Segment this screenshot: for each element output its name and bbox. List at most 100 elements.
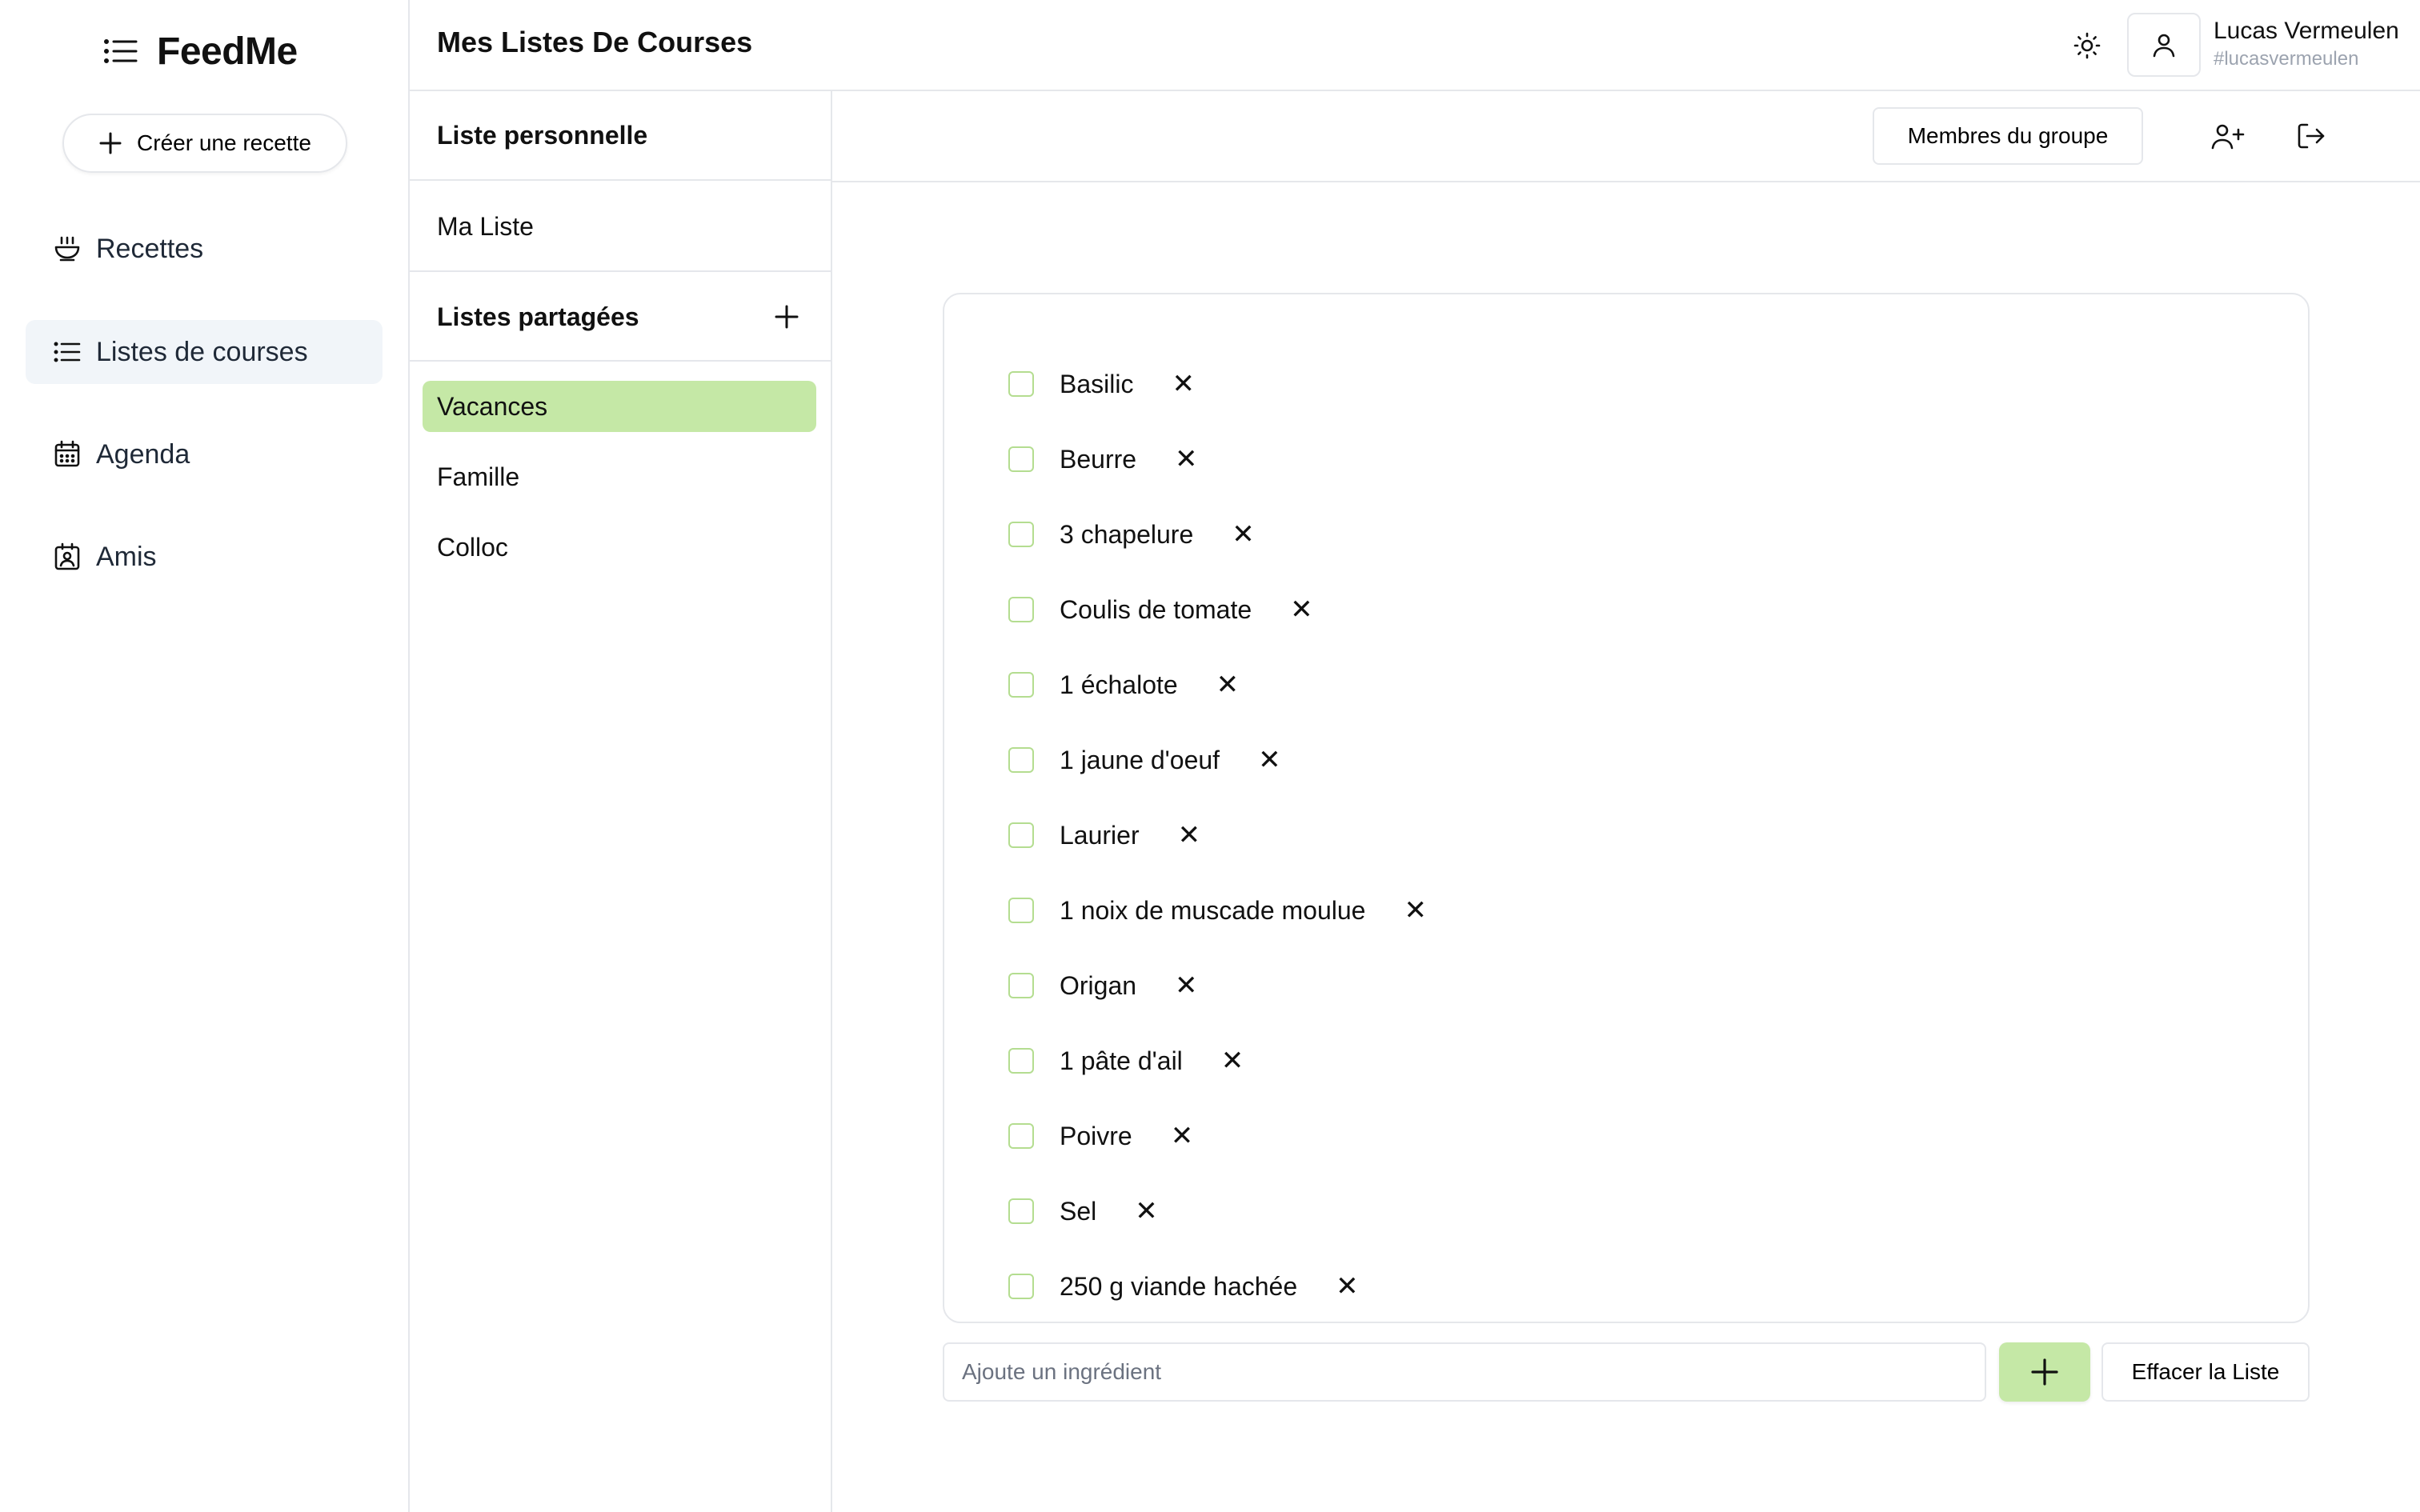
- item-label: Origan: [1060, 970, 1137, 1000]
- sidebar-item-listes-de-courses[interactable]: Listes de courses: [26, 320, 383, 384]
- remove-item-button[interactable]: ✕: [1175, 446, 1198, 473]
- leave-group-button[interactable]: [2287, 112, 2335, 160]
- list-item: 1 noix de muscade moulue ✕: [1008, 888, 1427, 933]
- item-checkbox[interactable]: [1008, 1123, 1034, 1149]
- list-item-label: Ma Liste: [437, 211, 534, 241]
- group-members-label: Membres du groupe: [1907, 123, 2109, 148]
- logout-icon: [2296, 122, 2326, 150]
- item-checkbox[interactable]: [1008, 597, 1034, 622]
- item-label: 250 g viande hachée: [1060, 1271, 1298, 1301]
- app-title: FeedMe: [157, 30, 298, 73]
- item-checkbox[interactable]: [1008, 973, 1034, 998]
- list-item-ma-liste[interactable]: Ma Liste: [410, 182, 831, 272]
- bowl-icon: [53, 234, 82, 263]
- item-label: Basilic: [1060, 369, 1134, 398]
- remove-item-button[interactable]: ✕: [1336, 1273, 1359, 1300]
- item-checkbox[interactable]: [1008, 747, 1034, 773]
- item-label: Coulis de tomate: [1060, 594, 1252, 624]
- sidebar-item-recettes[interactable]: Recettes: [26, 217, 383, 281]
- item-checkbox[interactable]: [1008, 371, 1034, 397]
- item-label: Sel: [1060, 1196, 1097, 1226]
- item-checkbox[interactable]: [1008, 446, 1034, 472]
- menu-icon[interactable]: [104, 38, 138, 64]
- remove-item-button[interactable]: ✕: [1135, 1198, 1158, 1225]
- list-icon: [53, 338, 82, 366]
- calendar-icon: [53, 440, 82, 469]
- list-item: Beurre ✕: [1008, 437, 1198, 482]
- item-label: 1 échalote: [1060, 670, 1178, 699]
- plus-icon: [775, 305, 799, 329]
- list-item: Coulis de tomate ✕: [1008, 587, 1313, 632]
- avatar-button[interactable]: [2127, 13, 2201, 77]
- shared-list-item-colloc[interactable]: Colloc: [423, 522, 816, 573]
- remove-item-button[interactable]: ✕: [1178, 822, 1201, 849]
- list-item: Sel ✕: [1008, 1189, 1158, 1234]
- item-checkbox[interactable]: [1008, 822, 1034, 848]
- group-members-button[interactable]: Membres du groupe: [1873, 107, 2143, 165]
- lists-panel: Liste personnelle Ma Liste Listes partag…: [410, 91, 832, 1512]
- remove-item-button[interactable]: ✕: [1172, 370, 1195, 398]
- sidebar-item-label: Recettes: [96, 233, 204, 264]
- shared-list-item-famille[interactable]: Famille: [423, 451, 816, 502]
- item-checkbox[interactable]: [1008, 898, 1034, 923]
- list-item-label: Vacances: [437, 391, 548, 421]
- remove-item-button[interactable]: ✕: [1216, 671, 1240, 698]
- create-recipe-label: Créer une recette: [137, 130, 311, 155]
- remove-item-button[interactable]: ✕: [1290, 596, 1313, 623]
- list-item: 1 pâte d'ail ✕: [1008, 1038, 1244, 1083]
- item-checkbox[interactable]: [1008, 522, 1034, 547]
- remove-item-button[interactable]: ✕: [1232, 521, 1255, 548]
- clear-list-label: Effacer la Liste: [2131, 1359, 2280, 1384]
- remove-item-button[interactable]: ✕: [1258, 746, 1281, 774]
- add-shared-list-button[interactable]: [775, 305, 799, 329]
- item-label: 3 chapelure: [1060, 519, 1194, 549]
- list-item-label: Famille: [437, 462, 520, 491]
- list-item: 3 chapelure ✕: [1008, 512, 1255, 557]
- item-checkbox[interactable]: [1008, 672, 1034, 698]
- item-label: Beurre: [1060, 444, 1137, 474]
- item-checkbox[interactable]: [1008, 1198, 1034, 1224]
- remove-item-button[interactable]: ✕: [1171, 1122, 1194, 1150]
- list-item: Origan ✕: [1008, 963, 1198, 1008]
- create-recipe-button[interactable]: Créer une recette: [62, 114, 347, 173]
- item-checkbox[interactable]: [1008, 1274, 1034, 1299]
- list-item: Laurier ✕: [1008, 813, 1200, 858]
- shared-lists-heading: Listes partagées: [410, 274, 831, 362]
- sidebar-item-label: Agenda: [96, 438, 190, 470]
- plus-icon: [98, 131, 122, 155]
- contact-icon: [53, 542, 82, 571]
- add-ingredient-button[interactable]: [1999, 1342, 2090, 1402]
- item-label: 1 jaune d'oeuf: [1060, 745, 1220, 774]
- remove-item-button[interactable]: ✕: [1404, 897, 1427, 924]
- item-checkbox[interactable]: [1008, 1048, 1034, 1074]
- item-label: Poivre: [1060, 1121, 1132, 1150]
- top-header: Mes Listes De Courses Lucas Vermeulen #l…: [410, 0, 2420, 91]
- sidebar-item-label: Listes de courses: [96, 336, 308, 367]
- sidebar-item-label: Amis: [96, 541, 157, 572]
- list-toolbar: Membres du groupe: [832, 91, 2420, 182]
- list-item: Basilic ✕: [1008, 362, 1195, 406]
- remove-item-button[interactable]: ✕: [1221, 1047, 1244, 1074]
- remove-item-button[interactable]: ✕: [1175, 972, 1198, 999]
- sidebar-item-agenda[interactable]: Agenda: [26, 422, 383, 486]
- theme-toggle-button[interactable]: [2058, 22, 2116, 69]
- user-handle: #lucasvermeulen: [2214, 48, 2359, 70]
- list-item: 1 échalote ✕: [1008, 662, 1239, 707]
- sidebar-item-amis[interactable]: Amis: [26, 525, 383, 589]
- ingredient-input[interactable]: [943, 1342, 1986, 1402]
- personal-list-heading: Liste personnelle: [410, 91, 831, 181]
- list-item: 250 g viande hachée ✕: [1008, 1264, 1359, 1309]
- list-item: 1 jaune d'oeuf ✕: [1008, 738, 1281, 782]
- sun-icon: [2073, 31, 2101, 60]
- add-member-button[interactable]: [2204, 112, 2252, 160]
- user-plus-icon: [2211, 122, 2245, 150]
- personal-list-title: Liste personnelle: [437, 120, 648, 150]
- sidebar: FeedMe Créer une recette Recettes Listes…: [0, 0, 410, 1512]
- shared-lists-title: Listes partagées: [437, 302, 639, 331]
- brand: FeedMe: [104, 29, 298, 74]
- shared-list-item-vacances[interactable]: Vacances: [423, 381, 816, 432]
- page-title: Mes Listes De Courses: [437, 26, 753, 58]
- plus-icon: [2030, 1358, 2059, 1386]
- shopping-list-card: Basilic ✕ Beurre ✕ 3 chapelure ✕ Coulis …: [943, 293, 2310, 1323]
- clear-list-button[interactable]: Effacer la Liste: [2101, 1342, 2310, 1402]
